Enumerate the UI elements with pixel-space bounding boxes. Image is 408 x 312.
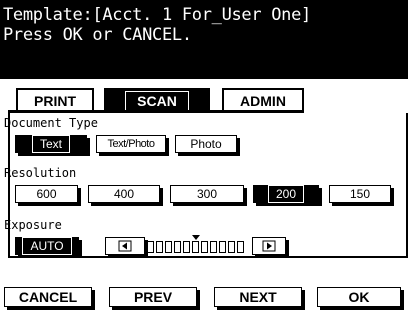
exposure-level-tick <box>183 241 190 253</box>
cancel-button-label: CANCEL <box>18 289 78 305</box>
arrow-right-icon <box>262 240 276 252</box>
resolution-300-label: 300 <box>196 187 218 201</box>
doc-type-photo-label: Photo <box>190 137 222 151</box>
arrow-left-icon <box>118 240 132 252</box>
document-type-label: Document Type <box>4 116 98 130</box>
resolution-600-button[interactable]: 600 <box>15 185 81 206</box>
message-area: Template:[Acct. 1 For_User One] Press OK… <box>0 0 408 79</box>
next-button-label: NEXT <box>239 289 277 305</box>
resolution-label: Resolution <box>4 166 77 180</box>
exposure-darker-button[interactable] <box>252 237 289 258</box>
tab-print-label: PRINT <box>34 93 76 109</box>
resolution-400-button[interactable]: 400 <box>88 185 163 206</box>
exposure-auto-button[interactable]: AUTO <box>15 237 82 258</box>
resolution-600-label: 600 <box>36 187 57 201</box>
doc-type-photo-button[interactable]: Photo <box>175 135 240 156</box>
exposure-level-tick <box>192 241 199 253</box>
resolution-200-label: 200 <box>267 185 305 203</box>
template-line: Template:[Acct. 1 For_User One] <box>3 5 311 25</box>
exposure-level-scale <box>147 241 244 253</box>
cancel-button[interactable]: CANCEL <box>4 287 95 310</box>
resolution-300-button[interactable]: 300 <box>170 185 247 206</box>
exposure-level-tick <box>174 241 181 253</box>
doc-type-text-label: Text <box>31 135 71 153</box>
exposure-level-tick <box>201 241 208 253</box>
resolution-150-button[interactable]: 150 <box>329 185 394 206</box>
exposure-level-tick <box>237 241 244 253</box>
exposure-level-tick <box>219 241 226 253</box>
exposure-auto-label: AUTO <box>22 237 72 255</box>
exposure-level-pointer <box>191 235 200 240</box>
ok-button[interactable]: OK <box>317 287 404 310</box>
doc-type-textphoto-button[interactable]: Text/Photo <box>96 135 169 156</box>
exposure-level-tick <box>228 241 235 253</box>
tab-admin[interactable]: ADMIN <box>222 88 304 112</box>
instruction-line: Press OK or CANCEL. <box>3 25 192 45</box>
exposure-level-tick <box>165 241 172 253</box>
resolution-400-label: 400 <box>113 187 135 201</box>
doc-type-text-button[interactable]: Text <box>15 135 90 156</box>
tab-admin-label: ADMIN <box>240 93 286 109</box>
resolution-150-label: 150 <box>349 187 371 201</box>
prev-button[interactable]: PREV <box>109 287 200 310</box>
doc-type-textphoto-label: Text/Photo <box>107 138 155 150</box>
resolution-200-button[interactable]: 200 <box>253 185 322 206</box>
tab-scan[interactable]: SCAN <box>104 88 210 112</box>
exposure-level-tick <box>210 241 217 253</box>
exposure-level-tick <box>156 241 163 253</box>
ok-button-label: OK <box>348 289 370 305</box>
next-button[interactable]: NEXT <box>214 287 305 310</box>
prev-button-label: PREV <box>133 289 173 305</box>
exposure-label: Exposure <box>4 218 62 232</box>
tab-scan-label: SCAN <box>125 91 189 111</box>
exposure-level-tick <box>147 241 154 253</box>
tab-print[interactable]: PRINT <box>16 88 94 112</box>
